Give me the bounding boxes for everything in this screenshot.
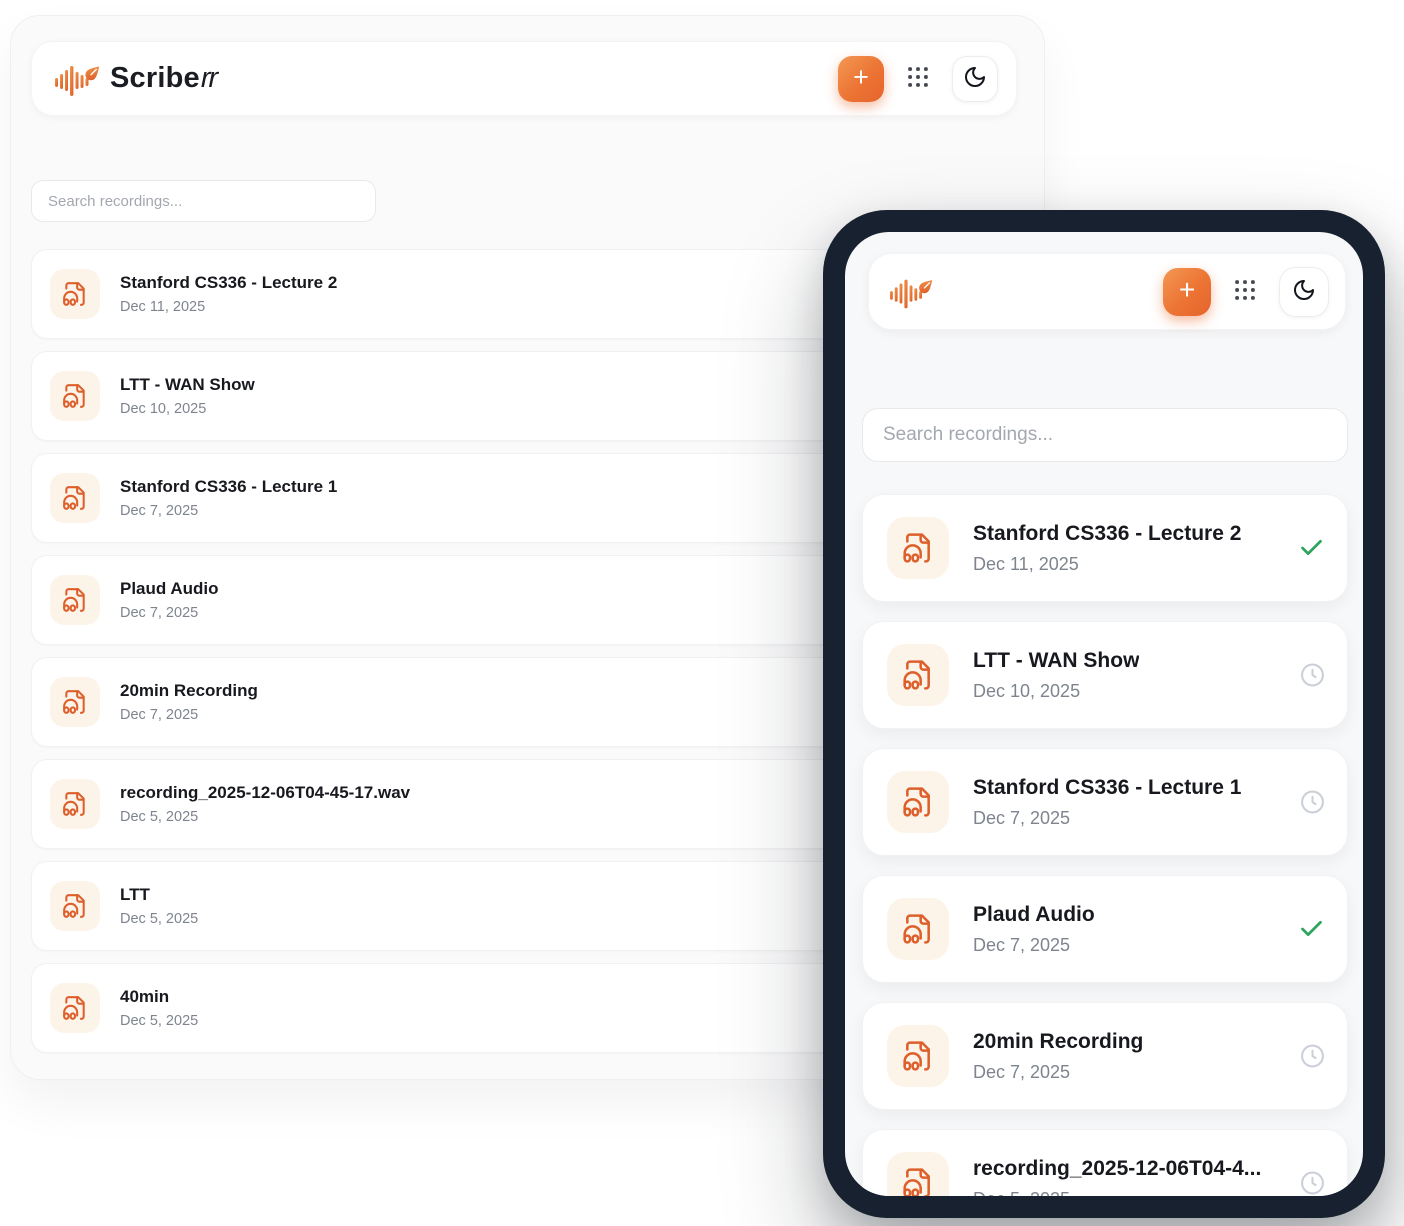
recording-info: LTT Dec 5, 2025 <box>120 885 198 927</box>
recording-title: Stanford CS336 - Lecture 1 <box>973 776 1241 800</box>
recording-title: recording_2025-12-06T04-4... <box>973 1157 1261 1181</box>
app-header: + <box>868 253 1346 330</box>
recordings-list: Stanford CS336 - Lecture 2 Dec 11, 2025 … <box>862 494 1348 1196</box>
header-controls: + <box>838 56 998 102</box>
file-audio-icon <box>50 473 100 523</box>
search-input[interactable] <box>31 180 376 222</box>
file-audio-icon <box>887 1152 949 1196</box>
recording-date: Dec 10, 2025 <box>973 681 1139 702</box>
file-audio-icon <box>887 898 949 960</box>
add-recording-button[interactable]: + <box>1163 268 1211 316</box>
apps-grid-button[interactable] <box>1226 273 1264 311</box>
recording-info: Stanford CS336 - Lecture 1 Dec 7, 2025 <box>973 776 1241 829</box>
recording-info: Stanford CS336 - Lecture 1 Dec 7, 2025 <box>120 477 337 519</box>
recording-title: LTT - WAN Show <box>973 649 1139 673</box>
recording-info: 20min Recording Dec 7, 2025 <box>120 681 258 723</box>
recording-list-item[interactable]: LTT - WAN Show Dec 10, 2025 <box>862 621 1348 729</box>
recording-title: LTT - WAN Show <box>120 375 255 395</box>
recording-date: Dec 7, 2025 <box>120 605 219 621</box>
recording-date: Dec 5, 2025 <box>120 1013 198 1029</box>
status-clock-icon <box>1300 1044 1325 1069</box>
recording-title: Stanford CS336 - Lecture 2 <box>120 273 337 293</box>
file-audio-icon <box>50 983 100 1033</box>
phone-mockup-frame: + Stanford CS336 - Lecture 2 Dec 11, 202… <box>823 210 1385 1218</box>
app-logo: Scriberr <box>54 58 216 100</box>
grid-dots-icon <box>905 64 931 93</box>
recording-date: Dec 10, 2025 <box>120 401 255 417</box>
recording-title: 40min <box>120 987 198 1007</box>
recording-date: Dec 7, 2025 <box>973 1062 1143 1083</box>
recording-list-item[interactable]: Plaud Audio Dec 7, 2025 <box>862 875 1348 983</box>
recording-date: Dec 11, 2025 <box>973 554 1241 575</box>
status-clock-icon <box>1300 790 1325 815</box>
dark-mode-toggle-button[interactable] <box>952 56 998 102</box>
moon-icon <box>963 65 987 92</box>
add-recording-button[interactable]: + <box>838 56 884 102</box>
recording-title: Stanford CS336 - Lecture 2 <box>973 522 1241 546</box>
recording-date: Dec 5, 2025 <box>120 911 198 927</box>
grid-dots-icon <box>1232 277 1258 306</box>
file-audio-icon <box>887 771 949 833</box>
file-audio-icon <box>887 644 949 706</box>
app-header: Scriberr + <box>31 41 1017 116</box>
recording-info: Stanford CS336 - Lecture 2 Dec 11, 2025 <box>120 273 337 315</box>
recording-date: Dec 5, 2025 <box>120 809 410 825</box>
file-audio-icon <box>50 371 100 421</box>
recording-info: recording_2025-12-06T04-45-17.wav Dec 5,… <box>120 783 410 825</box>
recording-date: Dec 7, 2025 <box>120 503 337 519</box>
file-audio-icon <box>50 881 100 931</box>
recording-info: Plaud Audio Dec 7, 2025 <box>973 903 1095 956</box>
moon-icon <box>1292 278 1316 305</box>
search-input[interactable] <box>862 408 1348 462</box>
recording-info: LTT - WAN Show Dec 10, 2025 <box>973 649 1139 702</box>
apps-grid-button[interactable] <box>899 60 937 98</box>
recording-list-item[interactable]: Stanford CS336 - Lecture 2 Dec 11, 2025 <box>862 494 1348 602</box>
status-clock-icon <box>1300 1171 1325 1196</box>
status-check-icon <box>1298 535 1325 562</box>
file-audio-icon <box>50 779 100 829</box>
recording-list-item[interactable]: Stanford CS336 - Lecture 1 Dec 7, 2025 <box>862 748 1348 856</box>
status-check-icon <box>1298 916 1325 943</box>
recording-title: LTT <box>120 885 198 905</box>
recording-title: Plaud Audio <box>973 903 1095 927</box>
recording-info: Stanford CS336 - Lecture 2 Dec 11, 2025 <box>973 522 1241 575</box>
recording-info: recording_2025-12-06T04-4... Dec 5, 2025 <box>973 1157 1261 1197</box>
recording-date: Dec 11, 2025 <box>120 299 337 315</box>
recording-title: recording_2025-12-06T04-45-17.wav <box>120 783 410 803</box>
recording-info: Plaud Audio Dec 7, 2025 <box>120 579 219 621</box>
file-audio-icon <box>50 575 100 625</box>
dark-mode-toggle-button[interactable] <box>1279 267 1329 317</box>
file-audio-icon <box>50 677 100 727</box>
waveform-pen-logo-icon <box>889 272 933 312</box>
recording-date: Dec 7, 2025 <box>973 808 1241 829</box>
recording-title: 20min Recording <box>973 1030 1143 1054</box>
header-controls: + <box>1163 267 1329 317</box>
recording-title: 20min Recording <box>120 681 258 701</box>
waveform-pen-logo-icon <box>54 58 100 100</box>
recording-date: Dec 5, 2025 <box>973 1189 1261 1197</box>
recording-info: 20min Recording Dec 7, 2025 <box>973 1030 1143 1083</box>
recording-list-item[interactable]: recording_2025-12-06T04-4... Dec 5, 2025 <box>862 1129 1348 1196</box>
recording-title: Stanford CS336 - Lecture 1 <box>120 477 337 497</box>
recording-title: Plaud Audio <box>120 579 219 599</box>
recording-date: Dec 7, 2025 <box>120 707 258 723</box>
app-title: Scriberr <box>110 62 216 95</box>
recording-date: Dec 7, 2025 <box>973 935 1095 956</box>
status-clock-icon <box>1300 663 1325 688</box>
recording-info: 40min Dec 5, 2025 <box>120 987 198 1029</box>
file-audio-icon <box>887 1025 949 1087</box>
recording-info: LTT - WAN Show Dec 10, 2025 <box>120 375 255 417</box>
recording-list-item[interactable]: 20min Recording Dec 7, 2025 <box>862 1002 1348 1110</box>
file-audio-icon <box>50 269 100 319</box>
file-audio-icon <box>887 517 949 579</box>
phone-screen: + Stanford CS336 - Lecture 2 Dec 11, 202… <box>845 232 1363 1196</box>
